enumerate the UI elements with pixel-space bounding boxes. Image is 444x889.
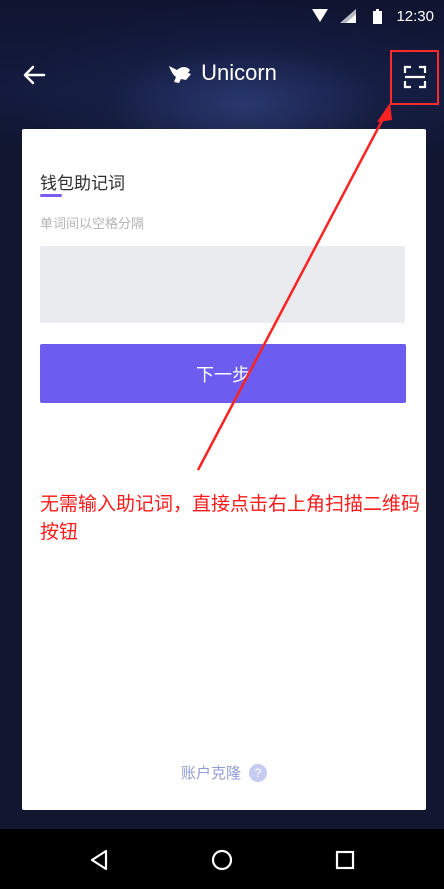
mnemonic-card: 钱包助记词 单词间以空格分隔 下一步 账户克隆 ? bbox=[22, 129, 426, 810]
wifi-icon bbox=[312, 9, 328, 22]
status-time: 12:30 bbox=[396, 8, 434, 25]
account-clone-label: 账户克隆 bbox=[180, 764, 241, 782]
signal-icon bbox=[340, 9, 356, 23]
status-bar: 12:30 bbox=[0, 0, 444, 34]
next-step-button[interactable]: 下一步 bbox=[40, 344, 406, 403]
mnemonic-input[interactable] bbox=[40, 246, 405, 323]
section-title: 钱包助记词 bbox=[40, 174, 125, 194]
unicorn-logo-icon bbox=[169, 66, 192, 83]
title-underline bbox=[40, 194, 62, 197]
nav-back-icon[interactable] bbox=[86, 846, 114, 874]
scan-qr-icon[interactable] bbox=[401, 63, 429, 91]
nav-recents-icon[interactable] bbox=[331, 846, 359, 874]
battery-icon bbox=[373, 9, 382, 24]
app-bar: Unicorn bbox=[0, 50, 444, 98]
title-group: Unicorn bbox=[0, 60, 444, 86]
hint-text: 单词间以空格分隔 bbox=[40, 217, 145, 232]
annotation-text: 无需输入助记词，直接点击右上角扫描二维码按钮 bbox=[40, 493, 421, 543]
nav-home-icon[interactable] bbox=[208, 846, 236, 874]
app-title: Unicorn bbox=[201, 60, 277, 85]
help-icon[interactable]: ? bbox=[249, 763, 267, 782]
account-clone-link[interactable]: 账户克隆 ? bbox=[22, 762, 426, 783]
system-nav-bar bbox=[0, 829, 444, 889]
